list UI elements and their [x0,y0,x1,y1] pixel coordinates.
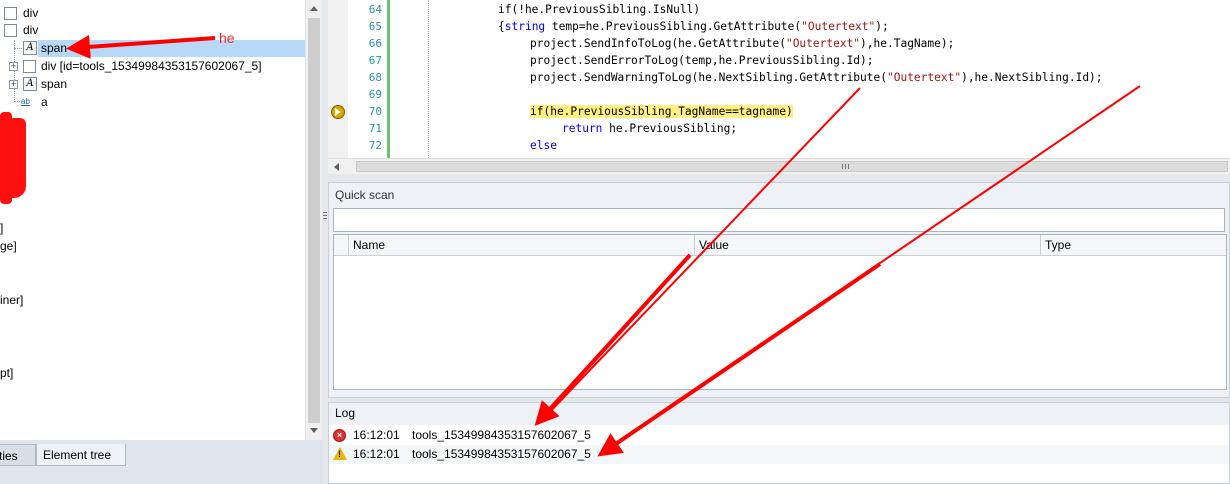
tree-vertical-scrollbar[interactable] [305,0,322,440]
redaction-mark [0,112,12,204]
scroll-up-icon[interactable] [310,6,318,11]
grip-line [845,164,846,169]
checkbox[interactable] [23,60,36,73]
log-entry-warning[interactable]: ! 16:12:01 tools_15349984353157602067_5 [329,445,1229,464]
panel-tab-bar: rties Element tree [0,440,322,484]
cutoff-label: pt] [0,366,14,380]
code-token: project.SendErrorToLog(temp,he.PreviousS… [530,54,874,67]
code-line[interactable]: project.SendWarningToLog(he.NextSibling.… [530,69,1103,86]
quick-scan-panel: Quick scan Name Value Type [328,182,1230,398]
grip-line [323,218,327,219]
change-indicator-bar [387,0,390,158]
code-line[interactable]: {string temp=he.PreviousSibling.GetAttri… [498,18,889,35]
code-line[interactable]: else [530,137,557,154]
code-line[interactable]: return he.PreviousSibling; [562,120,737,137]
scroll-left-icon[interactable] [334,163,339,171]
scroll-thumb[interactable] [356,161,1228,172]
checkbox[interactable] [4,7,17,20]
code-token: "Outertext" [785,37,861,50]
tab-properties[interactable]: rties [0,444,36,466]
code-token: return [562,122,603,135]
code-token: ),he.NextSibling.Id); [961,71,1103,84]
code-token: string [504,20,546,33]
code-token: temp=he.PreviousSibling.GetAttribute( [545,20,802,33]
code-token: "Outertext" [801,20,876,33]
expand-icon[interactable]: + [9,80,18,89]
panel-gap [328,174,1230,182]
code-token: ); [875,20,889,33]
code-token: project.SendInfoToLog(he.GetAttribute( [530,37,786,50]
tab-element-tree[interactable]: Element tree [36,444,126,466]
column-header-type[interactable]: Type [1040,235,1226,255]
grip-line [323,215,327,216]
code-token: { [498,20,505,33]
table-header: Name Value Type [334,235,1226,256]
row-selector-header [334,235,348,255]
annotation-label: he [219,30,235,46]
log-message: tools_15349984353157602067_5 [412,447,591,461]
grip-line [323,212,327,213]
code-line[interactable]: if(he.PreviousSibling.TagName==tagname) [530,103,793,120]
expand-icon[interactable]: + [9,62,18,71]
breakpoint-margin[interactable] [328,0,348,158]
code-token: ),he.TagName); [860,37,955,50]
current-statement-arrow-icon [331,105,345,119]
log-panel: Log × 16:12:01 tools_1534998435315760206… [328,402,1230,484]
code-token: he.PreviousSibling; [602,122,738,135]
code-line[interactable]: if(!he.PreviousSibling.IsNull) [498,1,700,18]
column-header-name[interactable]: Name [348,235,694,255]
error-icon: × [333,429,346,442]
log-time: 16:12:01 [353,447,400,461]
log-title: Log [329,403,1229,425]
line-number: 71 [368,122,382,135]
cutoff-label: ge] [0,239,17,253]
grip-line [842,164,843,169]
line-number-gutter: 64 65 66 67 68 69 70 71 72 [348,0,384,158]
quick-scan-table[interactable]: Name Value Type [333,234,1227,390]
scroll-down-icon[interactable] [310,428,318,433]
code-token: else [530,139,557,152]
log-message: tools_15349984353157602067_5 [412,428,591,442]
quick-scan-title: Quick scan [335,188,395,202]
selected-row-highlight [38,40,305,57]
link-element-icon: ab [21,97,30,106]
line-number: 66 [368,37,382,50]
text-element-icon: A [23,41,37,55]
line-number: 65 [368,20,382,33]
cutoff-label: ] [0,221,4,235]
line-number: 64 [368,3,382,16]
cutoff-label: iner] [0,293,24,307]
code-token: if(!he.PreviousSibling.IsNull) [498,3,701,16]
warning-mark: ! [338,449,341,459]
log-time: 16:12:01 [353,428,400,442]
line-number: 69 [368,88,382,101]
grip-line [848,164,849,169]
code-token: if(he.PreviousSibling.TagName==tagname) [530,105,793,118]
line-number: 67 [368,54,382,67]
text-element-icon: A [23,77,37,91]
editor-horizontal-scrollbar[interactable] [328,158,1230,174]
code-line[interactable]: project.SendErrorToLog(temp,he.PreviousS… [530,52,874,69]
scroll-thumb[interactable] [308,18,320,423]
code-editor[interactable]: 64 65 66 67 68 69 70 71 72 if(!he.PreviousSiblin… [328,0,1230,158]
element-tree-panel: div div A span + div [id=tools_153499843… [0,0,305,440]
line-number: 72 [368,139,382,152]
line-number: 68 [368,71,382,84]
log-entry-error[interactable]: × 16:12:01 tools_15349984353157602067_5 [329,426,1229,445]
code-line[interactable]: project.SendInfoToLog(he.GetAttribute("O… [530,35,954,52]
checkbox[interactable] [4,24,17,37]
column-header-value[interactable]: Value [694,235,1040,255]
line-number: 70 [368,105,382,118]
indent-guide [428,0,429,158]
quick-scan-input[interactable] [333,208,1225,232]
code-token: project.SendWarningToLog(he.NextSibling.… [530,71,887,84]
code-token: "Outertext" [886,71,962,84]
